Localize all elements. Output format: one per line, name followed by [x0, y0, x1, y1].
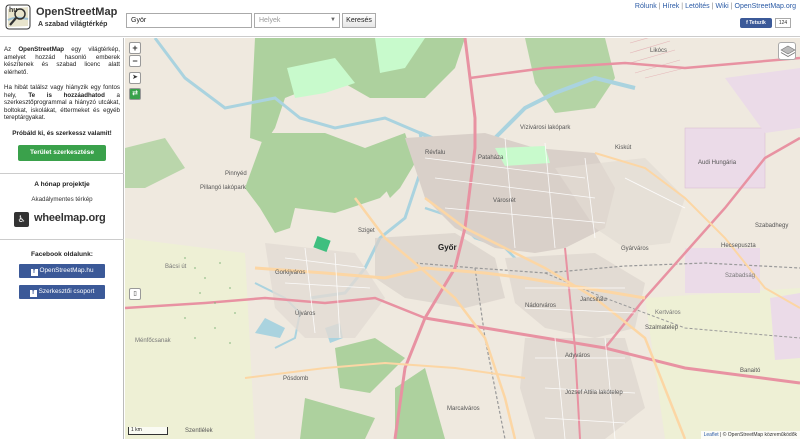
map-label: Pillangó lakópark	[200, 185, 246, 191]
nav-wiki[interactable]: Wiki	[715, 3, 728, 10]
facebook-icon: f	[29, 290, 37, 297]
map-label: Hecsepuszta	[721, 243, 756, 249]
facebook-page-label: OpenStreetMap.hu	[39, 267, 94, 274]
brand-tagline: A szabad világtérkép	[38, 21, 108, 28]
map-label: Nádorváros	[525, 303, 557, 309]
map-label: Jancsifalu	[580, 297, 607, 303]
call-to-action: Próbáld ki, és szerkessz valamit!	[12, 130, 112, 137]
share-icon[interactable]: ⇄	[129, 88, 141, 100]
layers-icon[interactable]	[778, 42, 796, 60]
map-label: Marcalváros	[447, 406, 480, 412]
map-label: Sziget	[358, 228, 375, 234]
header: hu OpenStreetMap A szabad világtérkép He…	[0, 0, 800, 37]
nav-about[interactable]: Rólunk	[635, 3, 657, 10]
map-label: József Attila lakótelep	[565, 390, 623, 396]
map-label: Audi Hungária	[698, 160, 737, 166]
facebook-like-button[interactable]: f Tetszik	[740, 18, 772, 28]
project-of-month-subtitle: Akadálymentes térkép	[31, 196, 93, 203]
map-label: Adyváros	[565, 353, 591, 359]
brand-title[interactable]: OpenStreetMap	[36, 6, 117, 18]
top-nav: Rólunk | Hírek | Letöltés | Wiki | OpenStreetMap…	[634, 3, 796, 10]
map-tiles	[125, 38, 800, 439]
wheelchair-icon: ♿	[14, 212, 29, 227]
search-button[interactable]: Keresés	[342, 13, 376, 28]
map-label: Kiskút	[615, 145, 632, 151]
wheelmap-link[interactable]: ♿ wheelmap.org	[14, 210, 114, 230]
edit-area-button[interactable]: Terület szerkesztése	[18, 145, 106, 161]
map-label: Szentlélek	[185, 428, 213, 434]
zoom-out-button[interactable]: −	[129, 55, 141, 67]
wheelmap-label: wheelmap.org	[34, 212, 106, 224]
place-type-select[interactable]: Helyek ▼	[254, 13, 340, 28]
facebook-group-button[interactable]: f Szerkesztői csoport	[19, 285, 105, 299]
mobile-icon[interactable]: ▯	[129, 288, 141, 300]
project-of-month-title: A hónap projektje	[34, 181, 90, 188]
map-label: Szabadság	[725, 273, 756, 279]
map-label: Városrét	[493, 198, 516, 204]
facebook-page-button[interactable]: f OpenStreetMap.hu	[19, 264, 105, 278]
leaflet-link[interactable]: Leaflet	[704, 432, 719, 438]
nav-news[interactable]: Hírek	[663, 3, 680, 10]
map-label: Szalmatelep	[645, 325, 679, 331]
facebook-like-count: 124	[775, 18, 791, 28]
scale-bar: 1 km	[128, 427, 168, 435]
nav-osm-org[interactable]: OpenStreetMap.org	[735, 3, 796, 10]
chevron-down-icon: ▼	[330, 17, 336, 23]
facebook-like-label: Tetszik	[749, 20, 766, 26]
logo-text: hu	[9, 7, 18, 14]
map-label: Banaitó	[740, 368, 761, 374]
app-window: hu OpenStreetMap A szabad világtérkép He…	[0, 0, 800, 439]
map-view[interactable]: Győr Révfalu Pataháza Vízivárosi lakópar…	[125, 38, 800, 439]
map-label: Gyárváros	[621, 246, 649, 252]
facebook-group-label: Szerkesztői csoport	[38, 288, 95, 295]
search-input[interactable]	[126, 13, 252, 28]
map-label-city: Győr	[438, 243, 457, 252]
map-label: Ménfőcsanak	[135, 338, 171, 344]
map-label: Vízivárosi lakópark	[520, 125, 571, 131]
zoom-in-button[interactable]: +	[129, 42, 141, 54]
map-label: Gorkijváros	[275, 270, 306, 276]
divider	[0, 173, 124, 174]
map-label: Pósdomb	[283, 376, 309, 382]
facebook-icon: f	[30, 269, 38, 276]
map-label: Újváros	[295, 311, 316, 317]
facebook-section-title: Facebook oldalunk:	[31, 251, 93, 258]
map-label: Révfalu	[425, 150, 446, 156]
nav-download[interactable]: Letöltés	[685, 3, 710, 10]
osm-attribution[interactable]: | © OpenStreetMap közreműködők	[720, 432, 797, 438]
sidebar: Az OpenStreetMap egy világtérkép, amelye…	[0, 38, 124, 439]
map-label: Likócs	[650, 48, 668, 54]
map-label: Szabadhegy	[755, 223, 789, 229]
map-attribution: Leaflet | © OpenStreetMap közreműködők	[700, 431, 800, 439]
intro-paragraph-1: Az OpenStreetMap egy világtérkép, amelye…	[4, 46, 120, 76]
intro-paragraph-2: Ha hibát találsz vagy hiányzik egy fonto…	[4, 84, 120, 122]
map-label: Pinnyéd	[225, 171, 247, 177]
locate-icon[interactable]: ➤	[129, 72, 141, 84]
place-type-label: Helyek	[259, 17, 281, 24]
map-label: Pataháza	[478, 155, 504, 161]
divider	[0, 239, 124, 240]
layers-icon-graphic	[780, 45, 796, 57]
map-label: Kertváros	[655, 310, 681, 316]
map-label: Bácsi út	[165, 264, 187, 270]
